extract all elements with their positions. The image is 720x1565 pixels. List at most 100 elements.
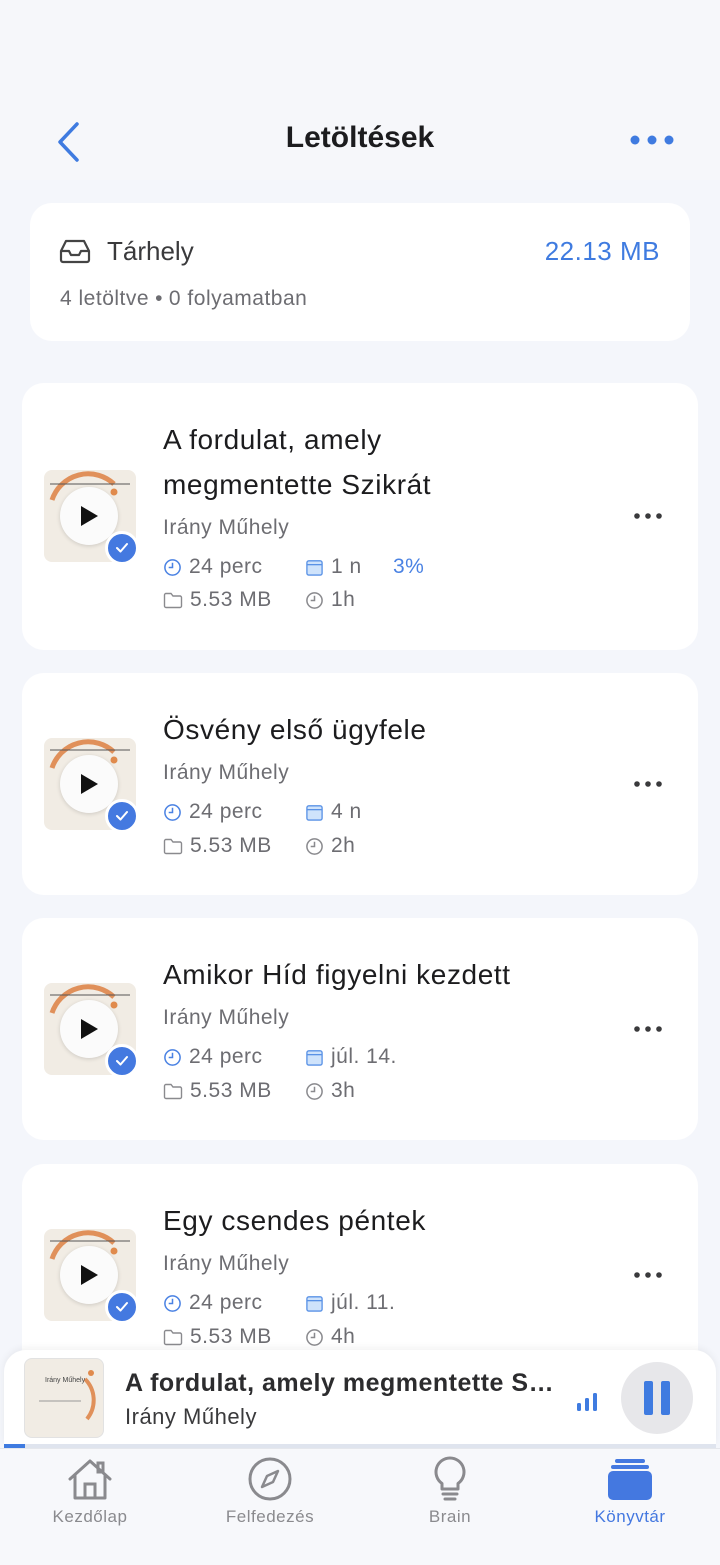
downloaded-badge: [105, 1290, 139, 1324]
ellipsis-icon: [634, 513, 662, 519]
folder-icon: [163, 1083, 183, 1099]
more-options-button[interactable]: [622, 122, 682, 158]
audio-levels-icon: [577, 1393, 597, 1411]
mini-player-artwork: Irány Műhely: [24, 1358, 104, 1438]
in-progress-count: 0 folyamatban: [168, 287, 308, 310]
now-playing-author: Irány Műhely: [125, 1404, 257, 1429]
episode-title: Ösvény első ügyfele: [163, 714, 427, 745]
compass-icon: [248, 1457, 292, 1501]
ellipsis-icon: [634, 1272, 662, 1278]
header: Letöltések: [0, 0, 720, 180]
downloaded-badge: [105, 799, 139, 833]
checkmark-icon: [116, 1302, 128, 1312]
publish-date: júl. 11.: [305, 1289, 395, 1317]
ellipsis-icon: [630, 135, 674, 145]
downloaded-count: 4 letöltve: [60, 287, 150, 310]
calendar-icon: [306, 1049, 323, 1066]
file-size: 5.53 MB: [163, 1323, 305, 1351]
storage-size: 22.13 MB: [544, 236, 660, 266]
clock-icon: [306, 591, 323, 609]
tab-library[interactable]: Könyvtár: [540, 1449, 720, 1539]
episode-card[interactable]: Amikor Híd figyelni kezdett Irány Műhely…: [22, 918, 698, 1140]
episode-meta-row: 24 perc júl. 11.: [163, 1289, 395, 1317]
clock-icon: [164, 803, 181, 821]
calendar-icon: [306, 559, 323, 576]
checkmark-icon: [116, 543, 128, 553]
duration: 24 perc: [163, 798, 305, 826]
library-icon: [608, 1459, 652, 1500]
episode-title: Amikor Híd figyelni kezdett: [163, 959, 511, 990]
episode-card[interactable]: Ösvény első ügyfele Irány Műhely 24 perc…: [22, 673, 698, 895]
storage-summary: 4 letöltve • 0 folyamatban: [60, 285, 307, 313]
publish-date: 1 n: [305, 553, 393, 581]
episode-author: Irány Műhely: [163, 1252, 290, 1275]
lightbulb-icon: [434, 1456, 466, 1501]
clock-icon: [164, 1294, 181, 1312]
episode-author: Irány Műhely: [163, 516, 290, 539]
publish-date: 4 n: [305, 798, 362, 826]
duration: 24 perc: [163, 553, 305, 581]
episode-artwork: [44, 1229, 139, 1324]
file-size: 5.53 MB: [163, 832, 305, 860]
checkmark-icon: [116, 811, 128, 821]
clock-icon: [306, 837, 323, 855]
episode-file-row: 5.53 MB 4h: [163, 1323, 355, 1351]
tray-icon: [59, 239, 91, 264]
episode-more-button[interactable]: [628, 501, 668, 531]
episode-artwork: [44, 983, 139, 1078]
episode-file-row: 5.53 MB 1h: [163, 586, 355, 614]
downloaded-ago: 3h: [305, 1077, 355, 1105]
duration: 24 perc: [163, 1289, 305, 1317]
episode-more-button[interactable]: [628, 769, 668, 799]
file-size: 5.53 MB: [163, 586, 305, 614]
downloaded-badge: [105, 531, 139, 565]
calendar-icon: [306, 804, 323, 821]
tab-bar: Kezdőlap Felfedezés Brain Könyvtár: [0, 1448, 720, 1565]
episode-artwork: [44, 738, 139, 833]
checkmark-icon: [116, 1056, 128, 1066]
episode-more-button[interactable]: [628, 1014, 668, 1044]
play-icon: [81, 506, 98, 526]
episode-meta-row: 24 perc 1 n 3%: [163, 553, 424, 581]
tab-brain[interactable]: Brain: [360, 1449, 540, 1539]
downloaded-ago: 1h: [305, 586, 355, 614]
clock-icon: [164, 558, 181, 576]
tab-explore[interactable]: Felfedezés: [180, 1449, 360, 1539]
episode-artwork: [44, 470, 139, 565]
ellipsis-icon: [634, 781, 662, 787]
episode-meta-row: 24 perc 4 n: [163, 798, 362, 826]
pause-icon: [644, 1381, 670, 1415]
storage-label: Tárhely: [107, 236, 194, 266]
folder-icon: [163, 1329, 183, 1345]
clock-icon: [306, 1328, 323, 1346]
clock-icon: [306, 1082, 323, 1100]
tab-home[interactable]: Kezdőlap: [0, 1449, 180, 1539]
episode-file-row: 5.53 MB 2h: [163, 832, 355, 860]
pause-button[interactable]: [621, 1362, 693, 1434]
downloaded-badge: [105, 1044, 139, 1078]
episode-author: Irány Műhely: [163, 1006, 290, 1029]
folder-icon: [163, 592, 183, 608]
episode-title: A fordulat, amely megmentette Szikrát: [163, 424, 432, 500]
file-size: 5.53 MB: [163, 1077, 305, 1105]
duration: 24 perc: [163, 1043, 305, 1071]
episode-file-row: 5.53 MB 3h: [163, 1077, 355, 1105]
downloaded-ago: 2h: [305, 832, 355, 860]
folder-icon: [163, 838, 183, 854]
clock-icon: [164, 1048, 181, 1066]
episode-title: Egy csendes péntek: [163, 1205, 426, 1236]
episode-author: Irány Műhely: [163, 761, 290, 784]
play-icon: [81, 1265, 98, 1285]
separator-dot: •: [155, 287, 163, 310]
play-icon: [81, 1019, 98, 1039]
calendar-icon: [306, 1295, 323, 1312]
page-title: Letöltések: [285, 121, 435, 154]
play-icon: [81, 774, 98, 794]
ellipsis-icon: [634, 1026, 662, 1032]
episode-card[interactable]: A fordulat, amely megmentette Szikrát Ir…: [22, 383, 698, 650]
home-icon: [68, 1459, 112, 1500]
artwork-caption: Irány Műhely: [45, 1377, 86, 1384]
downloaded-ago: 4h: [305, 1323, 355, 1351]
episode-more-button[interactable]: [628, 1260, 668, 1290]
mini-player[interactable]: Irány Műhely A fordulat, amely megmentet…: [4, 1350, 716, 1444]
